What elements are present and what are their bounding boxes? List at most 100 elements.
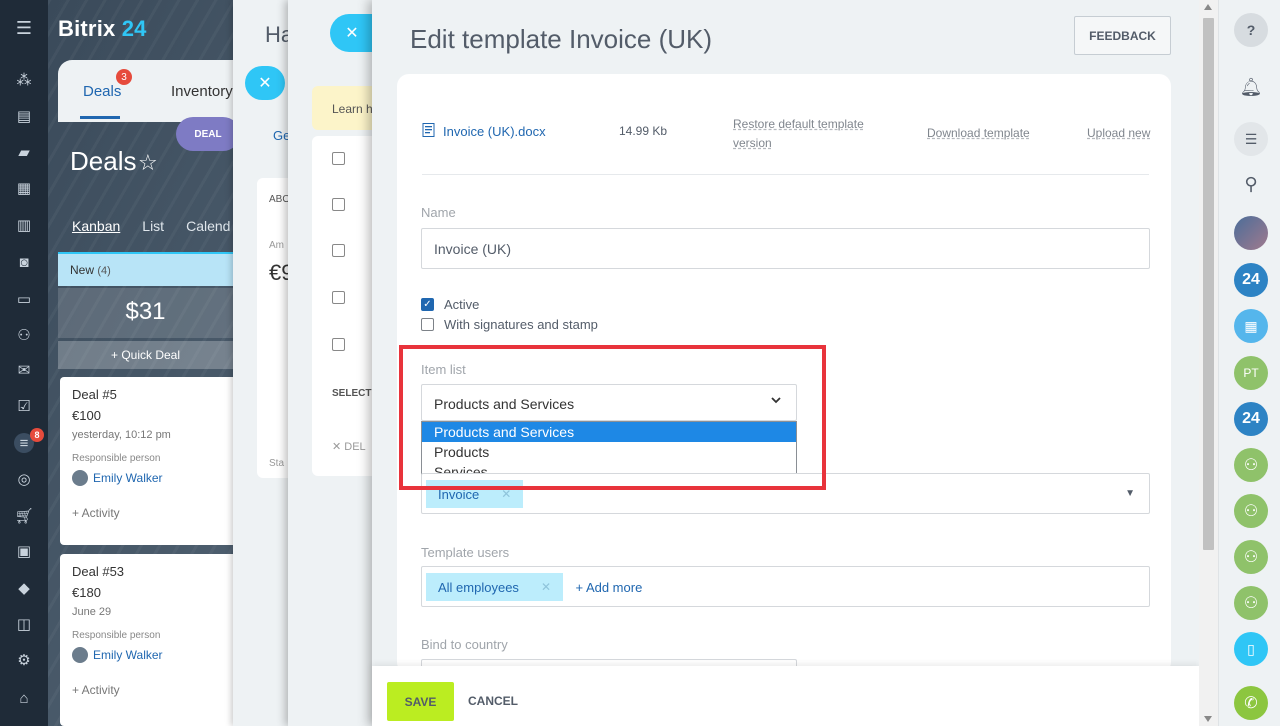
chat-bubble-icon[interactable]: ☰ bbox=[1234, 122, 1268, 156]
close-slider-button[interactable]: ✕ bbox=[330, 14, 374, 52]
row-checkbox[interactable] bbox=[332, 152, 345, 165]
avatar[interactable] bbox=[1234, 216, 1268, 250]
group-icon[interactable]: ⚇ bbox=[1234, 494, 1268, 528]
docs-icon[interactable]: ▥ bbox=[14, 215, 34, 235]
signatures-label: With signatures and stamp bbox=[444, 317, 598, 332]
deal-card[interactable]: Deal #5 €100 yesterday, 10:12 pm Respons… bbox=[60, 377, 233, 545]
logo-text: Bitrix bbox=[58, 16, 116, 41]
target-icon[interactable]: ◎ bbox=[14, 469, 34, 489]
download-template-link[interactable]: Download template bbox=[927, 126, 1030, 140]
deal-amount: €100 bbox=[72, 408, 101, 423]
menu-icon[interactable]: ☰ bbox=[14, 18, 34, 38]
template-users-field[interactable]: All employees ✕ + Add more bbox=[421, 566, 1150, 607]
responsible-person[interactable]: Emily Walker bbox=[72, 647, 221, 663]
tab-deals[interactable]: Deals bbox=[83, 83, 121, 100]
deal-pill[interactable]: DEAL bbox=[176, 117, 240, 151]
search-icon[interactable]: ⚲ bbox=[1234, 167, 1268, 201]
add-more-link[interactable]: + Add more bbox=[575, 580, 642, 595]
quick-deal-button[interactable]: + Quick Deal bbox=[58, 341, 233, 369]
responsible-person[interactable]: Emily Walker bbox=[72, 470, 221, 486]
tasks-icon[interactable]: ▤ bbox=[14, 106, 34, 126]
column-name: New bbox=[70, 263, 95, 277]
name-input[interactable]: Invoice (UK) bbox=[421, 228, 1150, 269]
star-icon[interactable]: ☆ bbox=[138, 150, 158, 176]
group-icon[interactable]: ⚇ bbox=[1234, 448, 1268, 482]
scroll-thumb[interactable] bbox=[1203, 18, 1214, 550]
chat-icon[interactable]: ▰ bbox=[14, 142, 34, 162]
calendar-icon[interactable]: ▦ bbox=[1234, 309, 1268, 343]
group-icon[interactable]: ⚇ bbox=[1234, 586, 1268, 620]
remove-tag-icon[interactable]: ✕ bbox=[541, 580, 551, 594]
row-checkbox[interactable] bbox=[332, 244, 345, 257]
deal-card[interactable]: Deal #53 €180 June 29 Responsible person… bbox=[60, 554, 233, 726]
card-label: ABO bbox=[269, 194, 291, 205]
active-checkbox[interactable]: ✓ bbox=[421, 298, 434, 311]
settings-icon[interactable]: ⚙ bbox=[14, 650, 34, 670]
signatures-checkbox[interactable] bbox=[421, 318, 434, 331]
mail-icon[interactable]: ✉ bbox=[14, 360, 34, 380]
person-name: Emily Walker bbox=[93, 471, 163, 485]
panel-title: Edit template Invoice (UK) bbox=[410, 24, 713, 54]
upload-new-link[interactable]: Upload new bbox=[1087, 126, 1150, 140]
scrollbar[interactable] bbox=[1199, 0, 1218, 726]
avatar bbox=[72, 647, 88, 663]
cart-icon[interactable]: 🛒︎ bbox=[14, 506, 34, 526]
bitrix24-logo[interactable]: Bitrix 24 bbox=[58, 16, 147, 42]
bitrix24-chat-icon[interactable]: 24 bbox=[1234, 402, 1268, 436]
active-label: Active bbox=[444, 297, 480, 312]
contacts-icon[interactable]: ⚇ bbox=[14, 325, 34, 345]
add-activity-link[interactable]: + Activity bbox=[72, 683, 221, 697]
drive-icon[interactable]: ▭ bbox=[14, 289, 34, 309]
row-checkbox[interactable] bbox=[332, 198, 345, 211]
avatar-initials[interactable]: PT bbox=[1234, 356, 1268, 390]
help-icon[interactable]: ? bbox=[1234, 13, 1268, 47]
checklist-icon[interactable]: ☑ bbox=[14, 396, 34, 416]
tab-inventory[interactable]: Inventory bbox=[171, 83, 233, 100]
row-checkbox[interactable] bbox=[332, 338, 345, 351]
box-icon[interactable]: ◆ bbox=[14, 578, 34, 598]
deal-title[interactable]: Deal #5 bbox=[72, 387, 221, 402]
active-checkbox-row[interactable]: ✓ Active bbox=[421, 297, 479, 312]
calendar-icon[interactable]: ▦ bbox=[14, 178, 34, 198]
feed-icon[interactable]: ⁂ bbox=[14, 70, 34, 90]
phone-icon[interactable]: ✆ bbox=[1234, 686, 1268, 720]
mobile-app-icon[interactable]: ▯ bbox=[1234, 632, 1268, 666]
restore-default-link[interactable]: Restore default template version bbox=[733, 115, 883, 153]
bitrix24-chat-icon[interactable]: 24 bbox=[1234, 263, 1268, 297]
right-sidebar: ? 🔔︎ ☰ ⚲ 24 ▦ PT 24 ⚇ ⚇ ⚇ ⚇ ▯ ✆ bbox=[1218, 0, 1280, 726]
deal-date: yesterday, 10:12 pm bbox=[72, 429, 171, 441]
bell-icon[interactable]: 🔔︎ bbox=[1234, 70, 1268, 104]
view-list[interactable]: List bbox=[142, 218, 164, 234]
document-icon bbox=[422, 123, 435, 137]
deal-title[interactable]: Deal #53 bbox=[72, 564, 221, 579]
deal-date: June 29 bbox=[72, 606, 112, 618]
scroll-up-arrow[interactable] bbox=[1204, 4, 1212, 10]
caret-down-icon[interactable]: ▼ bbox=[1125, 488, 1135, 499]
avatar bbox=[72, 470, 88, 486]
delete-label: DEL bbox=[344, 441, 366, 453]
delete-button[interactable]: ✕ DEL bbox=[332, 440, 366, 453]
logo-number: 24 bbox=[121, 16, 147, 41]
left-sidebar: ☰ ⁂ ▤ ▰ ▦ ▥ ◙ ▭ ⚇ ✉ ☑ ≡ 8 ◎ 🛒︎ ▣ ◆ ◫ ⚙ ⌂ bbox=[0, 0, 48, 726]
cancel-button[interactable]: CANCEL bbox=[468, 694, 518, 708]
panel-footer: SAVE CANCEL bbox=[372, 666, 1199, 726]
scroll-down-arrow[interactable] bbox=[1204, 716, 1212, 722]
template-users-tag: All employees ✕ bbox=[426, 573, 563, 601]
feedback-button[interactable]: FEEDBACK bbox=[1074, 16, 1171, 55]
template-file-link[interactable]: Invoice (UK).docx bbox=[443, 124, 546, 139]
sites-icon[interactable]: ◫ bbox=[14, 614, 34, 634]
add-activity-link[interactable]: + Activity bbox=[72, 506, 221, 520]
company-icon[interactable]: ⌂ bbox=[14, 688, 34, 708]
card-icon[interactable]: ▣ bbox=[14, 541, 34, 561]
save-button[interactable]: SAVE bbox=[387, 682, 454, 721]
view-kanban[interactable]: Kanban bbox=[72, 218, 120, 234]
row-checkbox[interactable] bbox=[332, 291, 345, 304]
robot-icon[interactable]: ◙ bbox=[14, 252, 34, 272]
signatures-checkbox-row[interactable]: With signatures and stamp bbox=[421, 317, 598, 332]
close-icon[interactable]: ✕ bbox=[245, 66, 285, 100]
view-calendar[interactable]: Calend bbox=[186, 218, 230, 234]
group-icon[interactable]: ⚇ bbox=[1234, 540, 1268, 574]
divider bbox=[422, 174, 1149, 175]
tag-label: All employees bbox=[438, 579, 519, 595]
crm-counter: 8 bbox=[30, 428, 44, 442]
